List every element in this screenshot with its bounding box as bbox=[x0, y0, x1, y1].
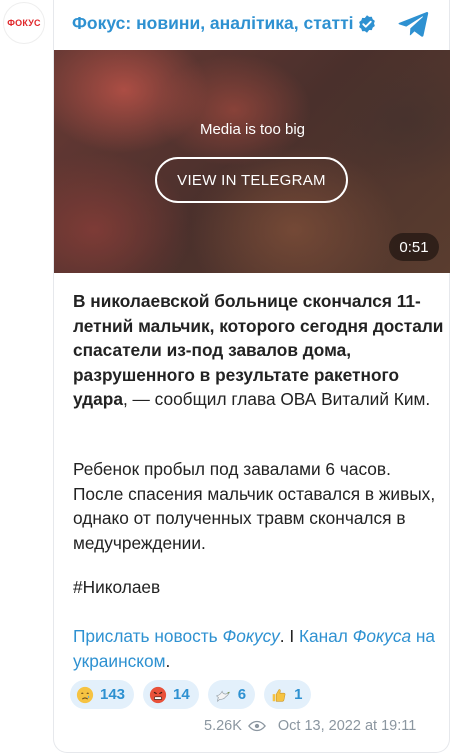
reaction-dove[interactable]: 6 bbox=[207, 680, 256, 709]
post-date[interactable]: Oct 13, 2022 at 19:11 bbox=[278, 718, 416, 734]
hashtag-link[interactable]: #Николаев bbox=[73, 575, 445, 600]
send-news-link[interactable]: Прислать новость Фокусу bbox=[73, 626, 280, 646]
reaction-count: 14 bbox=[173, 686, 190, 703]
reaction-count: 1 bbox=[294, 686, 303, 703]
channel-avatar[interactable]: ФОКУС bbox=[3, 2, 45, 44]
view-in-telegram-button[interactable]: VIEW IN TELEGRAM bbox=[155, 157, 348, 203]
angry-face-icon bbox=[149, 686, 167, 703]
verified-icon bbox=[359, 15, 375, 33]
reaction-thumbs-up[interactable]: 1 bbox=[264, 680, 312, 709]
link-separator: . І bbox=[279, 626, 299, 646]
post-paragraph-1-rest: , — сообщил глава ОВА Виталий Ким. bbox=[122, 389, 431, 410]
telegram-icon[interactable] bbox=[398, 11, 429, 37]
view-count: 5.26K bbox=[204, 718, 242, 734]
footer-period: . bbox=[165, 650, 171, 671]
post-footer-links: Прислать новость Фокусу. І Канал Фокуса … bbox=[73, 624, 445, 673]
telegram-post-card: Фокус: новини, аналітика, статті Media i… bbox=[53, 0, 450, 753]
media-too-big-message: Media is too big bbox=[199, 121, 306, 138]
post-meta: 5.26K Oct 13, 2022 at 19:11 bbox=[204, 716, 434, 736]
thumbs-up-icon bbox=[272, 688, 286, 702]
post-paragraph-2: Ребенок пробыл под завалами 6 часов. Пос… bbox=[73, 459, 436, 553]
post-paragraph-1: В николаевской больнице скончался 11-лет… bbox=[73, 289, 445, 412]
post-header: Фокус: новини, аналітика, статті bbox=[54, 0, 450, 50]
reaction-crying[interactable]: 143 bbox=[70, 680, 135, 709]
reaction-count: 6 bbox=[237, 686, 247, 703]
reaction-count: 143 bbox=[100, 686, 126, 703]
reaction-angry[interactable]: 14 bbox=[143, 680, 199, 709]
eye-icon bbox=[247, 720, 266, 732]
video-preview[interactable]: Media is too big VIEW IN TELEGRAM 0:51 bbox=[54, 50, 450, 273]
video-duration-badge: 0:51 bbox=[389, 233, 439, 261]
reactions-bar: 143 14 6 1 bbox=[70, 680, 312, 709]
dove-icon bbox=[215, 689, 230, 702]
avatar-label: ФОКУС bbox=[7, 18, 41, 28]
crying-face-icon bbox=[76, 686, 94, 703]
channel-title[interactable]: Фокус: новини, аналітика, статті bbox=[72, 13, 354, 34]
